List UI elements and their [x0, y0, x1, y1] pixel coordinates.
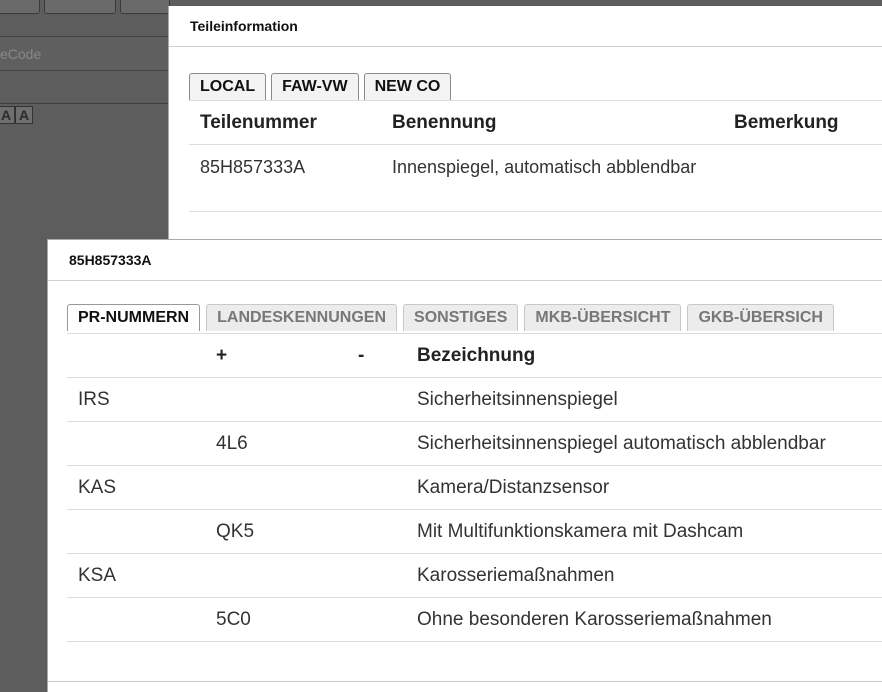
background-tab: [44, 0, 116, 14]
column-header-minus: -: [347, 333, 406, 378]
background-tab: [0, 0, 40, 14]
tab-landeskennungen[interactable]: LANDESKENNUNGEN: [206, 304, 398, 331]
teileinformation-dialog: Teileinformation LOCAL FAW-VW NEW CO Tei…: [168, 6, 882, 246]
dialog-title: Teileinformation: [169, 6, 882, 47]
column-header-benennung: Benennung: [381, 100, 723, 145]
table-row[interactable]: 5C0 Ohne besonderen Karosseriemaßnahmen: [67, 597, 882, 642]
tab-pr-nummern[interactable]: PR-NUMMERN: [67, 304, 201, 331]
part-detail-dialog: 85H857333A PR-NUMMERN LANDESKENNUNGEN SO…: [47, 239, 882, 692]
cell-bezeichnung: Sicherheitsinnenspiegel automatisch abbl…: [406, 421, 882, 466]
tab-local[interactable]: LOCAL: [189, 73, 267, 100]
cell-minus: [347, 597, 406, 642]
cell-benennung: Innenspiegel, automatisch abblendbar: [381, 144, 723, 212]
column-header-bemerkung: Bemerkung: [723, 100, 882, 145]
font-size-controls: A A: [0, 103, 175, 125]
background-input-placeholder: eCode: [0, 46, 42, 62]
cell-group: KSA: [67, 553, 205, 598]
cell-plus: 4L6: [205, 421, 347, 466]
cell-plus: [205, 377, 347, 422]
column-header-group: [67, 333, 205, 378]
cell-plus: QK5: [205, 509, 347, 554]
cell-group: [67, 421, 205, 466]
background-search-input: eCode: [0, 36, 175, 71]
table-header-row: + - Bezeichnung: [67, 333, 882, 378]
dialog-footer-divider: [48, 681, 882, 682]
column-header-teilenummer: Teilenummer: [189, 100, 381, 145]
table-row[interactable]: KAS Kamera/Distanzsensor: [67, 465, 882, 510]
cell-group: [67, 597, 205, 642]
table-row[interactable]: QK5 Mit Multifunktionskamera mit Dashcam: [67, 509, 882, 554]
cell-minus: [347, 465, 406, 510]
cell-minus: [347, 377, 406, 422]
tab-new-co[interactable]: NEW CO: [363, 73, 452, 100]
table-row[interactable]: KSA Karosseriemaßnahmen: [67, 553, 882, 598]
market-tabs: LOCAL FAW-VW NEW CO: [189, 73, 452, 100]
cell-bezeichnung: Mit Multifunktionskamera mit Dashcam: [406, 509, 882, 554]
cell-teilenummer: 85H857333A: [189, 144, 381, 212]
background-tab: [120, 0, 170, 14]
cell-minus: [347, 553, 406, 598]
cell-bezeichnung: Sicherheitsinnenspiegel: [406, 377, 882, 422]
cell-bezeichnung: Ohne besonderen Karosseriemaßnahmen: [406, 597, 882, 642]
cell-group: IRS: [67, 377, 205, 422]
table-row[interactable]: 85H857333A Innenspiegel, automatisch abb…: [189, 144, 882, 212]
column-header-plus: +: [205, 333, 347, 378]
tab-faw-vw[interactable]: FAW-VW: [271, 73, 359, 100]
cell-plus: [205, 553, 347, 598]
cell-group: [67, 509, 205, 554]
cell-plus: [205, 465, 347, 510]
tab-mkb-uebersicht[interactable]: MKB-ÜBERSICHT: [524, 304, 682, 331]
dialog-title: 85H857333A: [48, 240, 882, 281]
table-header-row: Teilenummer Benennung Bemerkung: [189, 100, 882, 145]
parts-table: Teilenummer Benennung Bemerkung 85H85733…: [189, 100, 882, 212]
cell-minus: [347, 509, 406, 554]
cell-plus: 5C0: [205, 597, 347, 642]
cell-minus: [347, 421, 406, 466]
cell-bezeichnung: Kamera/Distanzsensor: [406, 465, 882, 510]
table-row[interactable]: IRS Sicherheitsinnenspiegel: [67, 377, 882, 422]
pr-numbers-table: + - Bezeichnung IRS Sicherheitsinnenspie…: [67, 333, 882, 642]
cell-bezeichnung: Karosseriemaßnahmen: [406, 553, 882, 598]
font-increase-icon: A: [0, 106, 15, 124]
table-row[interactable]: 4L6 Sicherheitsinnenspiegel automatisch …: [67, 421, 882, 466]
detail-tabs: PR-NUMMERN LANDESKENNUNGEN SONSTIGES MKB…: [67, 304, 834, 331]
column-header-bezeichnung: Bezeichnung: [406, 333, 882, 378]
tab-sonstiges[interactable]: SONSTIGES: [403, 304, 519, 331]
cell-bemerkung: [723, 144, 882, 212]
font-decrease-icon: A: [15, 106, 33, 124]
cell-group: KAS: [67, 465, 205, 510]
tab-gkb-uebersicht[interactable]: GKB-ÜBERSICH: [687, 304, 834, 331]
